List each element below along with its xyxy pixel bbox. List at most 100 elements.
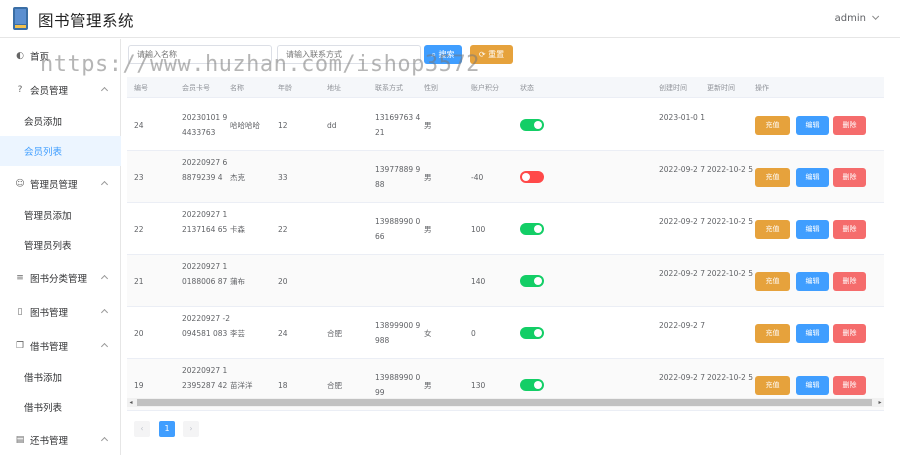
username: admin [834, 13, 866, 24]
cell-name: 杰克 [230, 173, 245, 182]
cell-phone: 13169763 421 [375, 113, 421, 137]
pagination-page-1[interactable]: 1 [159, 421, 175, 437]
sidebar-item-home[interactable]: ◐ 首页 [0, 41, 121, 71]
sidebar-item-admin-list[interactable]: 管理员列表 [0, 230, 121, 260]
app-header: 图书管理系统 admin [0, 0, 900, 38]
th-address: 地址 [327, 84, 341, 92]
sidebar-item-label: 会员管理 [30, 86, 69, 97]
sidebar-item-member-add[interactable]: 会员添加 [0, 106, 121, 136]
status-toggle[interactable] [520, 171, 544, 183]
sidebar-item-label: 会员添加 [24, 117, 63, 128]
cell-gender: 女 [424, 329, 432, 338]
cell-created: 2022-09-2 7 [659, 165, 705, 174]
delete-button[interactable]: 删除 [833, 168, 866, 187]
scrollbar-thumb[interactable] [137, 399, 872, 406]
phone-search-input[interactable] [277, 45, 421, 64]
delete-button[interactable]: 删除 [833, 220, 866, 239]
user-menu[interactable]: admin [834, 12, 880, 24]
sidebar-item-label: 借书添加 [24, 373, 63, 384]
recharge-button[interactable]: 充值 [755, 116, 790, 135]
cell-card: 20220927 12395287 42 [182, 366, 228, 390]
sidebar: ◐ 首页 ? 会员管理 会员添加 会员列表 ☺ 管理员管理 管理员添加 管理员列表 ≡… [0, 39, 121, 455]
th-phone: 联系方式 [375, 84, 403, 92]
recharge-button[interactable]: 充值 [755, 168, 790, 187]
cell-created: 2022-09-2 7 [659, 269, 705, 278]
cell-id: 23 [134, 173, 144, 182]
cell-points: 0 [471, 329, 476, 338]
search-button[interactable]: ⌕ 搜索 [424, 45, 462, 64]
edit-button[interactable]: 编辑 [796, 116, 829, 135]
sidebar-item-borrow-management[interactable]: ❐ 借书管理 [0, 331, 121, 361]
status-toggle[interactable] [520, 119, 544, 131]
cell-updated: 2022-10-2 5 [707, 217, 753, 226]
th-actions: 操作 [755, 84, 769, 92]
sidebar-item-book-category[interactable]: ≡ 图书分类管理 [0, 263, 121, 293]
sidebar-item-admin-management[interactable]: ☺ 管理员管理 [0, 169, 121, 199]
cell-age: 22 [278, 225, 288, 234]
sidebar-item-member-list[interactable]: 会员列表 [0, 136, 121, 166]
th-updated: 更新时间 [707, 84, 735, 92]
chevron-down-icon [872, 12, 880, 20]
table-header: 编号 会员卡号 名称 年龄 地址 联系方式 性别 账户积分 状态 创建时间 更新… [127, 77, 884, 98]
table-row: 23 20220927 68879239 4 杰克 33 13977889 988 男 -4… [127, 151, 884, 203]
delete-button[interactable]: 删除 [833, 116, 866, 135]
edit-button[interactable]: 编辑 [796, 376, 829, 395]
sidebar-item-book-management[interactable]: ▯ 图书管理 [0, 297, 121, 327]
th-card: 会员卡号 [182, 84, 210, 92]
delete-button[interactable]: 删除 [833, 272, 866, 291]
th-age: 年龄 [278, 84, 292, 92]
cell-updated: 2022-10-2 5 [707, 373, 753, 382]
table-row: 24 20230101 94433763 哈哈哈哈 12 dd 13169763 421 男… [127, 99, 884, 151]
th-created: 创建时间 [659, 84, 687, 92]
status-toggle[interactable] [520, 275, 544, 287]
scroll-left-icon[interactable]: ◂ [127, 398, 135, 407]
cell-id: 22 [134, 225, 144, 234]
cell-card: 20220927 68879239 4 [182, 158, 228, 182]
pagination-prev-button[interactable]: ‹ [134, 421, 150, 437]
cell-gender: 男 [424, 121, 432, 130]
sidebar-item-borrow-list[interactable]: 借书列表 [0, 392, 121, 422]
toggle-knob [534, 277, 542, 285]
edit-button[interactable]: 编辑 [796, 220, 829, 239]
name-search-input[interactable] [128, 45, 272, 64]
cell-address: 合肥 [327, 329, 342, 338]
th-points: 账户积分 [471, 84, 499, 92]
horizontal-scrollbar[interactable]: ◂ ▸ [127, 398, 884, 407]
toggle-knob [534, 225, 542, 233]
cell-gender: 男 [424, 381, 432, 390]
status-toggle[interactable] [520, 223, 544, 235]
sidebar-item-return-management[interactable]: ▤ 还书管理 [0, 425, 121, 455]
sidebar-item-label: 管理员管理 [30, 180, 78, 191]
reset-button-label: 重置 [488, 50, 505, 59]
scroll-right-icon[interactable]: ▸ [876, 398, 884, 407]
recharge-button[interactable]: 充值 [755, 220, 790, 239]
edit-button[interactable]: 编辑 [796, 272, 829, 291]
sidebar-item-borrow-add[interactable]: 借书添加 [0, 362, 121, 392]
sidebar-item-admin-add[interactable]: 管理员添加 [0, 200, 121, 230]
pagination-next-button[interactable]: › [183, 421, 199, 437]
edit-button[interactable]: 编辑 [796, 324, 829, 343]
toggle-knob [522, 173, 530, 181]
sidebar-item-label: 借书列表 [24, 403, 63, 414]
recharge-button[interactable]: 充值 [755, 272, 790, 291]
reset-button[interactable]: ⟳ 重置 [470, 45, 513, 64]
cell-id: 20 [134, 329, 144, 338]
recharge-button[interactable]: 充值 [755, 324, 790, 343]
recharge-button[interactable]: 充值 [755, 376, 790, 395]
status-toggle[interactable] [520, 379, 544, 391]
edit-button[interactable]: 编辑 [796, 168, 829, 187]
sidebar-item-label: 借书管理 [30, 342, 69, 353]
status-toggle[interactable] [520, 327, 544, 339]
copy-icon: ❐ [15, 341, 25, 351]
chevron-up-icon [100, 308, 109, 316]
document-icon: ▤ [15, 435, 25, 445]
cell-card: 20220927 -2094581 083 [182, 314, 231, 338]
sidebar-item-label: 还书管理 [30, 436, 69, 447]
delete-button[interactable]: 删除 [833, 376, 866, 395]
cell-points: -40 [471, 173, 484, 182]
sidebar-item-member-management[interactable]: ? 会员管理 [0, 75, 121, 105]
user-icon: ☺ [15, 179, 25, 189]
chevron-up-icon [100, 274, 109, 282]
help-icon: ? [17, 85, 23, 95]
delete-button[interactable]: 删除 [833, 324, 866, 343]
